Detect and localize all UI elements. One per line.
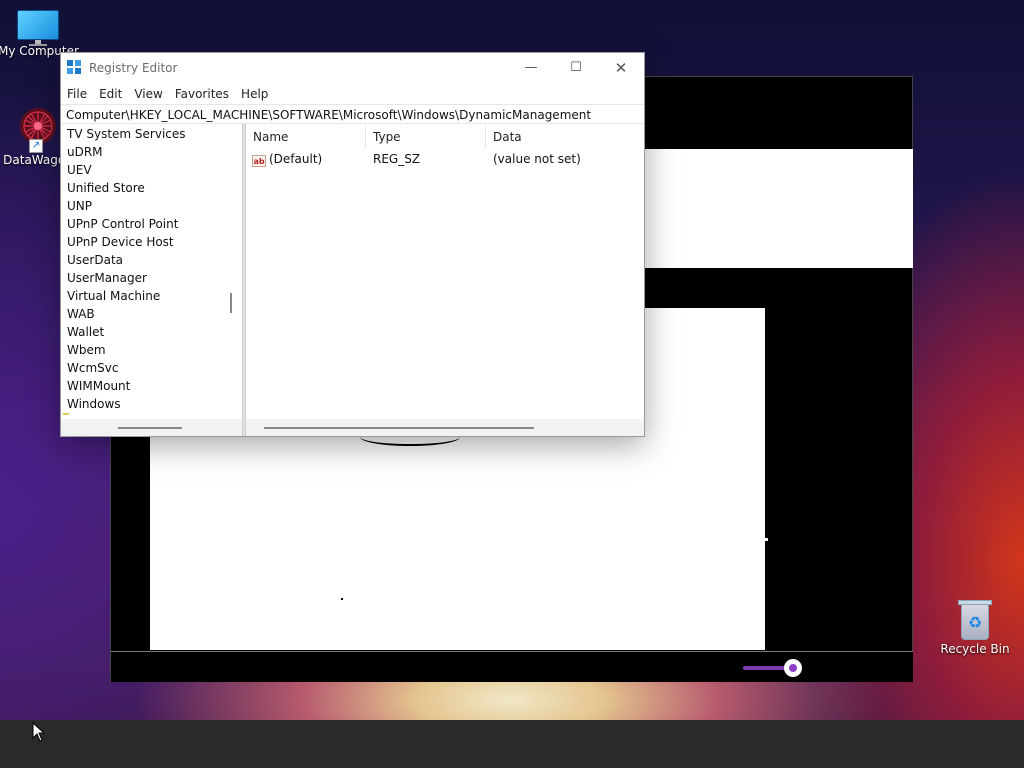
value-data: (value not set) bbox=[493, 152, 581, 166]
tree-item[interactable]: UEV bbox=[67, 161, 92, 179]
taskbar bbox=[0, 720, 1024, 768]
datawagon-logo-icon: ↗ bbox=[15, 105, 61, 153]
folder-icon bbox=[63, 413, 69, 415]
tree-item[interactable]: UserData bbox=[67, 251, 123, 269]
desktop-icon-my-computer[interactable]: My Computer bbox=[0, 10, 79, 58]
tree-item[interactable]: Virtual Machine bbox=[67, 287, 160, 305]
menu-bar: File Edit View Favorites Help bbox=[61, 83, 644, 103]
slider-thumb[interactable] bbox=[784, 659, 802, 677]
list-horizontal-scroll-thumb[interactable] bbox=[264, 427, 534, 429]
registry-tree-pane[interactable]: TV System Services uDRM UEV Unified Stor… bbox=[61, 124, 242, 436]
tree-item[interactable]: Wbem bbox=[67, 341, 106, 359]
tree-vertical-scroll-thumb[interactable] bbox=[230, 293, 232, 313]
tree-vertical-scrollbar[interactable] bbox=[229, 124, 241, 419]
media-white-band bbox=[645, 149, 913, 268]
desktop-icon-recycle-bin[interactable]: ♻ Recycle Bin bbox=[935, 598, 1015, 656]
tree-item[interactable]: UNP bbox=[67, 197, 92, 215]
value-row[interactable]: ab (Default) REG_SZ (value not set) bbox=[246, 150, 644, 168]
tree-item[interactable]: Windows bbox=[67, 395, 121, 413]
string-value-icon: ab bbox=[252, 155, 266, 167]
value-name-cell: ab (Default) bbox=[252, 150, 322, 168]
menu-view[interactable]: View bbox=[128, 84, 168, 104]
window-title: Registry Editor bbox=[89, 61, 178, 75]
address-bar[interactable]: Computer\HKEY_LOCAL_MACHINE\SOFTWARE\Mic… bbox=[61, 104, 644, 124]
values-list-pane[interactable]: Name Type Data ab (Default) REG_SZ (value… bbox=[246, 124, 644, 436]
menu-edit[interactable]: Edit bbox=[93, 84, 128, 104]
desktop-icon-label: Recycle Bin bbox=[940, 642, 1010, 656]
slider-track[interactable] bbox=[743, 666, 787, 670]
registry-editor-app-icon bbox=[67, 60, 83, 76]
tree-item[interactable]: Wallet bbox=[67, 323, 104, 341]
tree-item[interactable]: UPnP Control Point bbox=[67, 215, 178, 233]
title-bar[interactable]: Registry Editor — ☐ ✕ bbox=[61, 53, 644, 83]
tree-item[interactable]: uDRM bbox=[67, 143, 103, 161]
tree-item[interactable]: TV System Services bbox=[67, 125, 186, 143]
tree-horizontal-scroll-thumb[interactable] bbox=[118, 427, 182, 429]
monitor-icon bbox=[17, 10, 59, 46]
tree-item[interactable]: Unified Store bbox=[67, 179, 145, 197]
tree-item[interactable]: WIMMount bbox=[67, 377, 130, 395]
tree-item[interactable]: UPnP Device Host bbox=[67, 233, 174, 251]
value-name: (Default) bbox=[269, 152, 323, 166]
registry-editor-window[interactable]: Registry Editor — ☐ ✕ File Edit View Favori… bbox=[60, 52, 645, 437]
tree-item[interactable]: UserManager bbox=[67, 269, 147, 287]
column-header-name[interactable]: Name bbox=[246, 126, 366, 148]
media-control-bar bbox=[111, 651, 913, 682]
shortcut-arrow-icon: ↗ bbox=[29, 139, 43, 153]
close-button[interactable]: ✕ bbox=[598, 53, 644, 83]
value-type: REG_SZ bbox=[373, 152, 421, 166]
tree-item[interactable]: WcmSvc bbox=[67, 359, 118, 377]
minimize-button[interactable]: — bbox=[508, 53, 554, 83]
menu-file[interactable]: File bbox=[61, 84, 93, 104]
maximize-button[interactable]: ☐ bbox=[553, 53, 599, 83]
recycle-bin-icon: ♻ bbox=[958, 598, 992, 640]
menu-favorites[interactable]: Favorites bbox=[169, 84, 235, 104]
menu-help[interactable]: Help bbox=[235, 84, 274, 104]
canvas-dot bbox=[765, 538, 768, 541]
canvas-dot bbox=[341, 598, 343, 600]
column-header-type[interactable]: Type bbox=[366, 126, 486, 148]
tree-item[interactable]: WAB bbox=[67, 305, 95, 323]
column-header-data[interactable]: Data bbox=[486, 126, 644, 148]
